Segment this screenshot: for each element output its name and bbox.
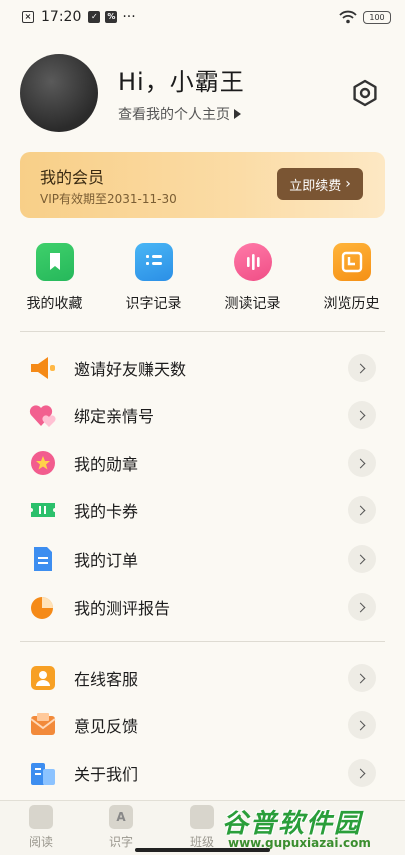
menu-item-label: 我的测评报告 <box>74 599 171 618</box>
letter-a-icon: A <box>109 805 133 829</box>
chevron-right-icon <box>348 593 376 621</box>
tab-literacy[interactable]: A 识字 <box>101 805 141 850</box>
menu-item-label: 意见反馈 <box>74 717 139 736</box>
menu-item-about-us[interactable]: 关于我们 <box>0 753 405 793</box>
menu-item-label: 我的卡券 <box>74 502 139 521</box>
percent-box-icon: % <box>105 11 118 23</box>
menu-item-label: 绑定亲情号 <box>74 407 155 426</box>
status-right: 100 <box>339 10 391 24</box>
bookmark-icon <box>35 243 74 281</box>
tab-reading[interactable]: 阅读 <box>21 805 61 850</box>
shortcut-browse-history[interactable]: 浏览历史 <box>302 243 401 313</box>
menu-item-label: 在线客服 <box>74 670 139 689</box>
medal-icon <box>31 451 55 475</box>
audio-wave-icon <box>233 243 272 281</box>
menu-item-my-medals[interactable]: 我的勋章 <box>0 443 405 483</box>
renew-button-label: 立即续费 <box>289 178 342 194</box>
greeting-title: Hi，小霸王 <box>118 68 245 96</box>
status-bar: × 17:20 ✓ % ··· 100 <box>0 0 405 34</box>
menu-item-my-coupons[interactable]: 我的卡券 <box>0 490 405 530</box>
shortcut-literacy-records[interactable]: 识字记录 <box>104 243 203 313</box>
shortcut-grid: 我的收藏 识字记录 测读记录 浏览历史 <box>5 243 401 313</box>
avatar[interactable] <box>20 54 98 132</box>
shortcut-label: 识字记录 <box>125 296 182 312</box>
shortcut-reading-test-records[interactable]: 测读记录 <box>203 243 302 313</box>
vip-membership-card[interactable]: 我的会员 VIP有效期至2031-11-30 立即续费 › <box>20 152 385 218</box>
about-building-icon <box>31 763 55 785</box>
play-arrow-icon <box>234 109 241 119</box>
renew-button[interactable]: 立即续费 › <box>277 168 363 200</box>
chevron-right-icon <box>348 401 376 429</box>
class-icon <box>190 805 214 829</box>
shortcut-label: 浏览历史 <box>323 296 380 312</box>
order-document-icon <box>34 547 52 571</box>
menu-item-online-support[interactable]: 在线客服 <box>0 658 405 698</box>
shortcut-label: 测读记录 <box>224 296 281 312</box>
close-box-icon: × <box>22 11 34 23</box>
pie-chart-icon <box>31 597 53 619</box>
watermark: 谷普软件园 www.gupuxiazai.com <box>222 803 402 853</box>
menu-item-label: 我的勋章 <box>74 455 139 474</box>
shortcut-favorites[interactable]: 我的收藏 <box>5 243 104 313</box>
list-icon <box>134 243 173 281</box>
watermark-title: 谷普软件园 <box>222 809 363 839</box>
tab-label: 阅读 <box>28 835 53 849</box>
ticket-icon <box>31 503 55 517</box>
vip-title: 我的会员 <box>40 168 105 187</box>
divider <box>20 641 385 642</box>
chevron-right-icon: › <box>345 176 351 192</box>
wifi-icon <box>339 10 357 24</box>
chevron-right-icon <box>348 449 376 477</box>
menu-item-my-orders[interactable]: 我的订单 <box>0 539 405 579</box>
menu-item-bind-family[interactable]: 绑定亲情号 <box>0 395 405 435</box>
status-time: 17:20 <box>41 9 82 25</box>
feedback-mail-icon <box>30 713 56 735</box>
view-profile-link[interactable]: 查看我的个人主页 <box>118 104 241 124</box>
battery-indicator: 100 <box>363 10 391 24</box>
menu-item-label: 关于我们 <box>74 765 139 784</box>
clock-icon <box>332 243 371 281</box>
view-profile-label: 查看我的个人主页 <box>118 107 230 123</box>
chevron-right-icon <box>348 759 376 787</box>
tab-class[interactable]: 班级 <box>182 805 222 850</box>
menu-item-invite-friends[interactable]: 邀请好友赚天数 <box>0 348 405 388</box>
more-notifications: ··· <box>122 9 136 25</box>
chevron-right-icon <box>348 496 376 524</box>
chevron-right-icon <box>348 545 376 573</box>
menu-item-feedback[interactable]: 意见反馈 <box>0 705 405 745</box>
divider <box>20 331 385 332</box>
shortcut-label: 我的收藏 <box>26 296 83 312</box>
menu-item-label: 邀请好友赚天数 <box>74 360 187 379</box>
settings-hexagon-icon[interactable] <box>351 79 379 107</box>
home-indicator[interactable] <box>135 848 270 852</box>
chevron-right-icon <box>348 711 376 739</box>
tab-label: 识字 <box>108 835 133 849</box>
customer-service-icon <box>31 666 55 690</box>
megaphone-icon <box>31 357 55 379</box>
vip-expiry-date: VIP有效期至2031-11-30 <box>40 192 177 206</box>
hearts-icon <box>29 405 56 427</box>
chevron-right-icon <box>348 354 376 382</box>
menu-item-assessment-report[interactable]: 我的测评报告 <box>0 587 405 627</box>
status-left: × 17:20 ✓ % ··· <box>22 9 136 25</box>
check-box-icon: ✓ <box>88 11 101 23</box>
book-icon <box>29 805 53 829</box>
chevron-right-icon <box>348 664 376 692</box>
menu-item-label: 我的订单 <box>74 551 139 570</box>
